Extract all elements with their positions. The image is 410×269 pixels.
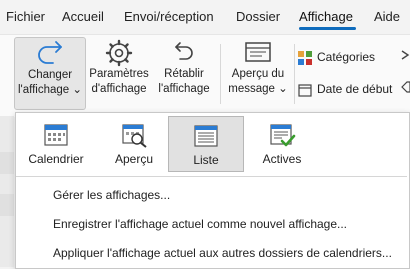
reset-view-label-1: Rétablir [164, 68, 204, 80]
dropdown-separator [16, 176, 407, 177]
preview-icon [122, 124, 147, 148]
message-preview-label-2: message ⌄ [228, 83, 288, 95]
categories-label: Catégories [317, 50, 376, 64]
chevron-down-icon: ⌄ [278, 83, 288, 95]
undo-icon [175, 42, 193, 60]
active-tab-indicator [299, 27, 356, 30]
left-pane-strip [0, 116, 14, 267]
view-option-label: Aperçu [114, 152, 154, 166]
tab-envoi-reception[interactable]: Envoi/réception [124, 9, 214, 24]
view-settings-button[interactable]: Paramètres d'affichage [87, 37, 151, 107]
list-icon [194, 125, 218, 147]
view-settings-label-2: d'affichage [91, 83, 147, 95]
left-pane-band [0, 152, 14, 174]
view-option-label: Actives [262, 152, 302, 166]
categories-icon [298, 50, 312, 65]
manage-views-item[interactable]: Gérer les affichages... [53, 188, 170, 202]
view-option-calendrier[interactable]: Calendrier [18, 116, 94, 172]
tab-accueil[interactable]: Accueil [62, 9, 104, 24]
reset-view-label-2: l'affichage [158, 83, 210, 95]
start-date-button[interactable]: Date de début [298, 82, 392, 97]
view-settings-label-1: Paramètres [89, 68, 149, 80]
save-view-item[interactable]: Enregistrer l'affichage actuel comme nou… [53, 217, 347, 231]
view-option-liste[interactable]: Liste [168, 116, 244, 172]
tab-affichage[interactable]: Affichage [299, 9, 353, 24]
active-icon [270, 124, 296, 147]
change-view-dropdown: Calendrier Aperçu Liste Actives Gérer le… [15, 112, 410, 269]
left-pane-band [0, 194, 14, 216]
tab-aide[interactable]: Aide [374, 9, 400, 24]
change-view-icon [38, 41, 62, 64]
apply-view-item[interactable]: Appliquer l'affichage actuel aux autres … [53, 246, 392, 260]
ribbon-separator [294, 44, 295, 104]
message-preview-icon [245, 42, 271, 62]
tab-dossier[interactable]: Dossier [236, 9, 280, 24]
view-option-apercu[interactable]: Aperçu [96, 116, 172, 172]
categories-button[interactable]: Catégories [298, 50, 375, 65]
calendar-icon [44, 124, 68, 146]
change-view-label-2: l'affichage ⌄ [17, 84, 83, 96]
view-option-label: Liste [193, 153, 219, 167]
ribbon-separator [220, 44, 221, 104]
tag-icon [401, 80, 410, 94]
message-preview-label-1: Aperçu du [231, 68, 285, 80]
tab-fichier[interactable]: Fichier [6, 9, 45, 24]
start-date-label: Date de début [317, 82, 393, 96]
calendar-icon [298, 83, 312, 97]
view-option-actives[interactable]: Actives [244, 116, 320, 172]
message-preview-button[interactable]: Aperçu du message ⌄ [226, 37, 290, 107]
chevron-down-icon: ⌄ [72, 84, 83, 96]
view-option-label: Calendrier [28, 152, 84, 166]
reset-view-button[interactable]: Rétablir l'affichage [154, 37, 214, 107]
change-view-label-1: Changer [27, 69, 73, 81]
change-view-button[interactable]: Changer l'affichage ⌄ [14, 37, 86, 110]
menu-bar: Fichier Accueil Envoi/réception Dossier … [0, 0, 410, 34]
gear-icon [105, 39, 133, 67]
arrow-icon [400, 48, 410, 62]
